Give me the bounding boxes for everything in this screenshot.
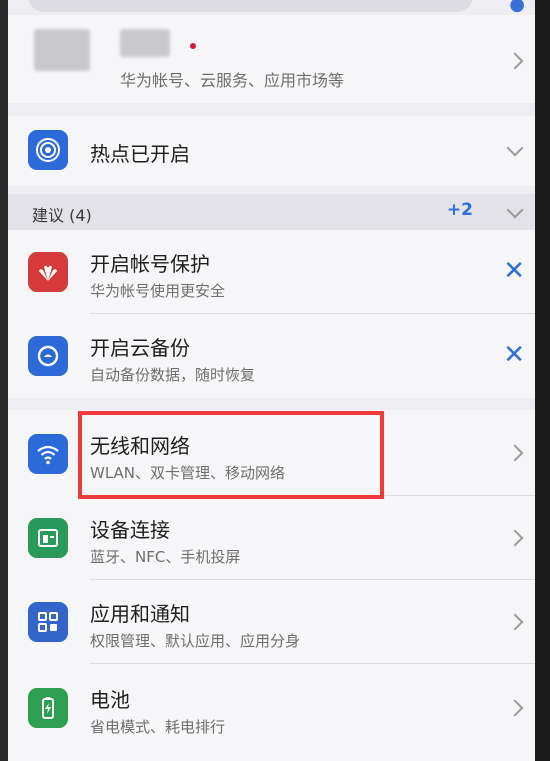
- chevron-right-icon: [506, 52, 524, 70]
- settings-item-device-connection[interactable]: 设备连接 蓝牙、NFC、手机投屏: [8, 496, 535, 580]
- settings-item-title: 设备连接: [90, 518, 170, 542]
- settings-item-subtitle: 省电模式、耗电排行: [90, 718, 226, 736]
- search-icon[interactable]: ●: [509, 0, 525, 15]
- hotspot-title: 热点已开启: [90, 142, 190, 166]
- settings-item-title: 应用和通知: [90, 602, 190, 626]
- chevron-down-icon[interactable]: [506, 201, 524, 219]
- suggestion-title: 开启云备份: [90, 336, 190, 360]
- hotspot-row[interactable]: 热点已开启: [8, 116, 535, 186]
- device-frame-edge: [535, 0, 550, 761]
- settings-item-subtitle: 蓝牙、NFC、手机投屏: [90, 548, 241, 566]
- apps-grid-icon: [28, 602, 68, 642]
- huawei-logo-icon: [28, 252, 68, 292]
- settings-screen: ● 华为帐号、云服务、应用市场等 热点已开启 建议 (4) +2 开启帐号保护 …: [8, 0, 535, 761]
- settings-item-apps-notifications[interactable]: 应用和通知 权限管理、默认应用、应用分身: [8, 580, 535, 664]
- chevron-right-icon: [506, 613, 524, 631]
- suggestions-more-count[interactable]: +2: [447, 200, 473, 220]
- settings-item-title: 电池: [90, 688, 130, 712]
- chevron-right-icon: [506, 444, 524, 462]
- suggestion-cloud-backup[interactable]: 开启云备份 自动备份数据，随时恢复 ✕: [8, 314, 535, 398]
- chevron-right-icon: [506, 699, 524, 717]
- cloud-backup-icon: [28, 336, 68, 376]
- suggestions-header: 建议 (4) +2: [8, 194, 535, 230]
- search-bar[interactable]: [28, 0, 473, 12]
- settings-item-subtitle: 权限管理、默认应用、应用分身: [90, 632, 301, 650]
- notification-dot: [190, 43, 196, 49]
- dismiss-icon[interactable]: ✕: [503, 256, 525, 286]
- battery-icon: [28, 688, 68, 728]
- avatar: [34, 29, 90, 71]
- account-row[interactable]: 华为帐号、云服务、应用市场等: [8, 15, 535, 103]
- wifi-icon: [28, 434, 68, 474]
- suggestion-subtitle: 自动备份数据，随时恢复: [90, 366, 256, 384]
- account-subtitle: 华为帐号、云服务、应用市场等: [120, 71, 345, 90]
- suggestion-subtitle: 华为帐号使用更安全: [90, 282, 226, 300]
- suggestions-label: 建议 (4): [32, 206, 92, 225]
- device-connect-icon: [28, 518, 68, 558]
- settings-item-battery[interactable]: 电池 省电模式、耗电排行: [8, 664, 535, 761]
- highlight-box: [78, 411, 384, 499]
- suggestion-title: 开启帐号保护: [90, 252, 210, 276]
- suggestion-account-protection[interactable]: 开启帐号保护 华为帐号使用更安全 ✕: [8, 230, 535, 314]
- hotspot-icon: [28, 130, 68, 170]
- chevron-down-icon[interactable]: [506, 139, 524, 157]
- dismiss-icon[interactable]: ✕: [503, 340, 525, 370]
- account-name-redacted: [120, 29, 170, 57]
- chevron-right-icon: [506, 529, 524, 547]
